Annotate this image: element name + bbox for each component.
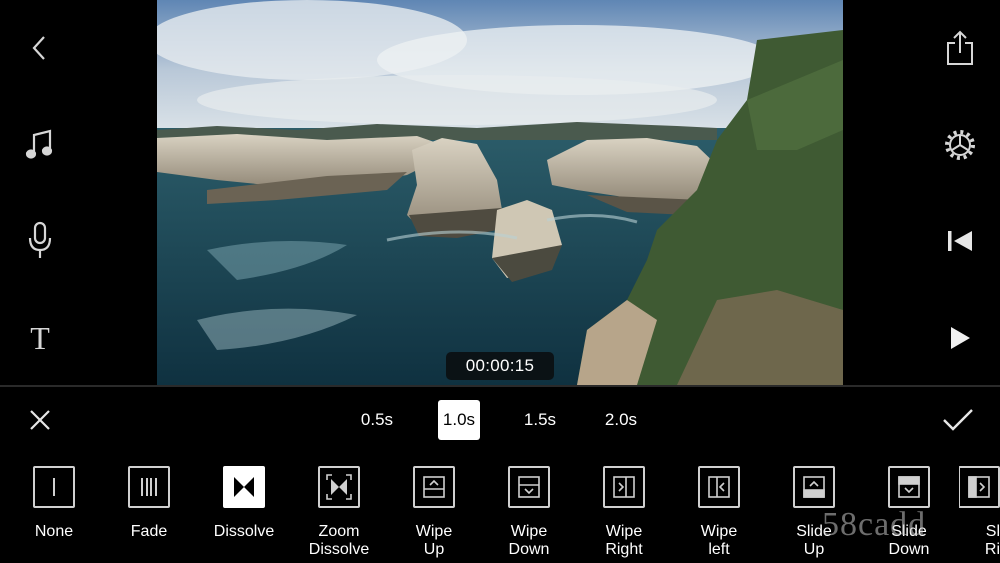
fade-transition-icon bbox=[128, 466, 170, 508]
right-toolbar bbox=[920, 0, 1000, 385]
transition-label: Fade bbox=[130, 523, 168, 540]
share-icon bbox=[947, 30, 973, 65]
transition-label: Dissolve bbox=[213, 523, 275, 540]
transition-wipe-down[interactable]: Wipe Down bbox=[484, 466, 574, 563]
transition-wipe-up[interactable]: Wipe Up bbox=[389, 466, 479, 563]
music-note-icon bbox=[25, 129, 53, 159]
wipe-down-transition-icon bbox=[508, 466, 550, 508]
wipe-up-transition-icon bbox=[413, 466, 455, 508]
back-button[interactable] bbox=[20, 28, 60, 68]
text-icon: T bbox=[30, 319, 50, 356]
music-button[interactable] bbox=[20, 125, 60, 165]
text-button[interactable]: T bbox=[20, 318, 60, 358]
play-button[interactable] bbox=[940, 318, 980, 358]
left-toolbar: T bbox=[0, 0, 80, 385]
video-preview[interactable] bbox=[157, 0, 843, 385]
watermark-text: 58cadd bbox=[822, 506, 927, 543]
duration-option-0-5s[interactable]: 0.5s bbox=[355, 400, 399, 440]
duration-option-2-0s[interactable]: 2.0s bbox=[599, 400, 643, 440]
transition-label: Wipe Down bbox=[508, 523, 550, 558]
transition-label: None bbox=[34, 523, 74, 540]
wipe-right-transition-icon bbox=[603, 466, 645, 508]
wipe-left-transition-icon bbox=[698, 466, 740, 508]
gear-icon bbox=[945, 130, 975, 160]
transition-wipe-left[interactable]: Wipe left bbox=[674, 466, 764, 563]
zoom-dissolve-transition-icon bbox=[318, 466, 360, 508]
voiceover-button[interactable] bbox=[20, 221, 60, 261]
none-transition-icon bbox=[33, 466, 75, 508]
chevron-left-icon bbox=[32, 36, 45, 60]
settings-button[interactable] bbox=[940, 125, 980, 165]
confirm-button[interactable] bbox=[938, 400, 978, 440]
transition-label: Wipe left bbox=[700, 523, 738, 558]
transition-wipe-right[interactable]: Wipe Right bbox=[579, 466, 669, 563]
preview-frame-image bbox=[157, 0, 843, 385]
transition-fade[interactable]: Fade bbox=[104, 466, 194, 563]
divider bbox=[0, 385, 1000, 387]
dissolve-transition-icon bbox=[223, 466, 265, 508]
transition-label: Wipe Right bbox=[605, 523, 643, 558]
transition-dissolve[interactable]: Dissolve bbox=[199, 466, 289, 563]
transition-none[interactable]: None bbox=[9, 466, 99, 563]
skip-to-start-icon bbox=[948, 231, 972, 251]
microphone-icon bbox=[28, 221, 52, 258]
watermark: 58cadd bbox=[818, 496, 1000, 563]
share-button[interactable] bbox=[940, 28, 980, 68]
transition-label: Zoom Dissolve bbox=[308, 523, 370, 558]
close-icon bbox=[30, 410, 50, 430]
rewind-button[interactable] bbox=[940, 221, 980, 261]
timecode-label: 00:00:15 bbox=[446, 352, 554, 380]
checkmark-icon bbox=[943, 409, 973, 431]
close-button[interactable] bbox=[22, 402, 58, 438]
transition-zoom-dissolve[interactable]: Zoom Dissolve bbox=[294, 466, 384, 563]
play-icon bbox=[951, 327, 970, 349]
duration-option-1-5s[interactable]: 1.5s bbox=[518, 400, 562, 440]
duration-option-1-0s[interactable]: 1.0s bbox=[438, 400, 480, 440]
transition-label: Wipe Up bbox=[415, 523, 453, 558]
